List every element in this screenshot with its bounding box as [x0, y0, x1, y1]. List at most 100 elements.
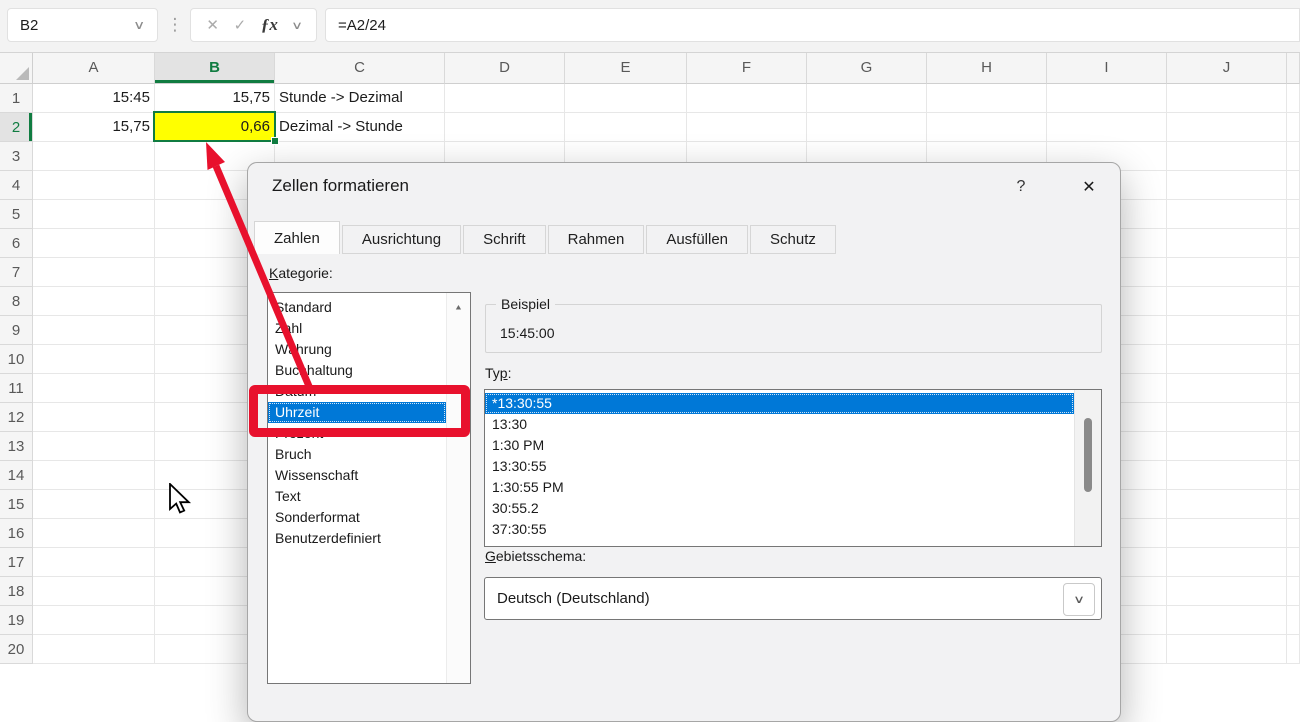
cell-J4[interactable] [1167, 171, 1287, 200]
type-item-13-30[interactable]: 13:30 [485, 414, 1074, 435]
cell-J20[interactable] [1167, 635, 1287, 664]
category-item-buchhaltung[interactable]: Buchhaltung [268, 360, 446, 381]
row-header-19[interactable]: 19 [0, 606, 33, 635]
cell-A14[interactable] [33, 461, 155, 490]
formula-bar-expand-chevron-icon[interactable]: ∨ [291, 19, 303, 32]
cell-partial-5[interactable] [1287, 200, 1300, 229]
row-header-14[interactable]: 14 [0, 461, 33, 490]
cell-E1[interactable] [565, 84, 687, 113]
cell-J15[interactable] [1167, 490, 1287, 519]
cell-partial-18[interactable] [1287, 577, 1300, 606]
row-header-8[interactable]: 8 [0, 287, 33, 316]
cell-partial-6[interactable] [1287, 229, 1300, 258]
category-item-wissenschaft[interactable]: Wissenschaft [268, 465, 446, 486]
cell-A12[interactable] [33, 403, 155, 432]
cell-J19[interactable] [1167, 606, 1287, 635]
row-header-12[interactable]: 12 [0, 403, 33, 432]
cell-J1[interactable] [1167, 84, 1287, 113]
category-item-sonderformat[interactable]: Sonderformat [268, 507, 446, 528]
cell-A2[interactable]: 15,75 [33, 113, 155, 142]
row-header-7[interactable]: 7 [0, 258, 33, 287]
column-header-c[interactable]: C [275, 52, 445, 84]
type-item-37-30-55[interactable]: 37:30:55 [485, 519, 1074, 540]
category-item-prozent[interactable]: Prozent [268, 423, 446, 444]
cell-E2[interactable] [565, 113, 687, 142]
cell-partial-7[interactable] [1287, 258, 1300, 287]
cell-H2[interactable] [927, 113, 1047, 142]
cell-A10[interactable] [33, 345, 155, 374]
column-header-partial[interactable] [1287, 52, 1300, 84]
cell-I2[interactable] [1047, 113, 1167, 142]
cell-A4[interactable] [33, 171, 155, 200]
category-item-benutzerdefiniert[interactable]: Benutzerdefiniert [268, 528, 446, 549]
cancel-entry-icon[interactable]: ✕ [206, 16, 219, 34]
cell-B2[interactable]: 0,66 [155, 113, 275, 142]
type-item--13-30-55[interactable]: *13:30:55 [485, 393, 1074, 414]
row-header-1[interactable]: 1 [0, 84, 33, 113]
row-header-11[interactable]: 11 [0, 374, 33, 403]
cell-J5[interactable] [1167, 200, 1287, 229]
row-header-20[interactable]: 20 [0, 635, 33, 664]
cell-A7[interactable] [33, 258, 155, 287]
row-header-3[interactable]: 3 [0, 142, 33, 171]
cell-partial-2[interactable] [1287, 113, 1300, 142]
cell-partial-11[interactable] [1287, 374, 1300, 403]
cell-J2[interactable] [1167, 113, 1287, 142]
type-item-13-30-55[interactable]: 13:30:55 [485, 456, 1074, 477]
cell-partial-16[interactable] [1287, 519, 1300, 548]
column-header-e[interactable]: E [565, 52, 687, 84]
fill-handle[interactable] [271, 137, 279, 145]
row-header-5[interactable]: 5 [0, 200, 33, 229]
column-header-b[interactable]: B [155, 52, 275, 84]
row-header-9[interactable]: 9 [0, 316, 33, 345]
cell-G1[interactable] [807, 84, 927, 113]
tab-ausrichtung[interactable]: Ausrichtung [342, 225, 461, 254]
cell-partial-14[interactable] [1287, 461, 1300, 490]
category-item-zahl[interactable]: Zahl [268, 318, 446, 339]
column-header-h[interactable]: H [927, 52, 1047, 84]
row-header-17[interactable]: 17 [0, 548, 33, 577]
cell-A11[interactable] [33, 374, 155, 403]
cell-J12[interactable] [1167, 403, 1287, 432]
column-header-d[interactable]: D [445, 52, 565, 84]
cell-A16[interactable] [33, 519, 155, 548]
row-header-15[interactable]: 15 [0, 490, 33, 519]
cell-J11[interactable] [1167, 374, 1287, 403]
tab-zahlen[interactable]: Zahlen [254, 221, 340, 254]
cell-J3[interactable] [1167, 142, 1287, 171]
cell-A8[interactable] [33, 287, 155, 316]
cell-A6[interactable] [33, 229, 155, 258]
cell-A3[interactable] [33, 142, 155, 171]
column-header-i[interactable]: I [1047, 52, 1167, 84]
cell-partial-13[interactable] [1287, 432, 1300, 461]
help-icon[interactable]: ? [1008, 175, 1034, 199]
cell-partial-1[interactable] [1287, 84, 1300, 113]
cell-H1[interactable] [927, 84, 1047, 113]
insert-function-icon[interactable]: ƒx [261, 15, 278, 35]
tab-schutz[interactable]: Schutz [750, 225, 836, 254]
row-header-18[interactable]: 18 [0, 577, 33, 606]
cell-A17[interactable] [33, 548, 155, 577]
dropdown-chevron-icon[interactable]: ∨ [1063, 583, 1095, 616]
type-scrollbar[interactable] [1074, 390, 1101, 546]
cell-partial-3[interactable] [1287, 142, 1300, 171]
row-header-2[interactable]: 2 [0, 113, 33, 142]
cell-I1[interactable] [1047, 84, 1167, 113]
tab-schrift[interactable]: Schrift [463, 225, 546, 254]
cell-J16[interactable] [1167, 519, 1287, 548]
cell-J6[interactable] [1167, 229, 1287, 258]
name-box[interactable]: B2 ∨ [7, 8, 158, 42]
cell-F1[interactable] [687, 84, 807, 113]
cell-A9[interactable] [33, 316, 155, 345]
tab-rahmen[interactable]: Rahmen [548, 225, 645, 254]
category-item-uhrzeit[interactable]: Uhrzeit [268, 402, 446, 423]
column-header-f[interactable]: F [687, 52, 807, 84]
cell-A20[interactable] [33, 635, 155, 664]
cell-partial-15[interactable] [1287, 490, 1300, 519]
gebietsschema-dropdown[interactable]: Deutsch (Deutschland) ∨ [484, 577, 1102, 620]
cell-J17[interactable] [1167, 548, 1287, 577]
cell-partial-9[interactable] [1287, 316, 1300, 345]
cell-F2[interactable] [687, 113, 807, 142]
row-header-4[interactable]: 4 [0, 171, 33, 200]
cell-A1[interactable]: 15:45 [33, 84, 155, 113]
